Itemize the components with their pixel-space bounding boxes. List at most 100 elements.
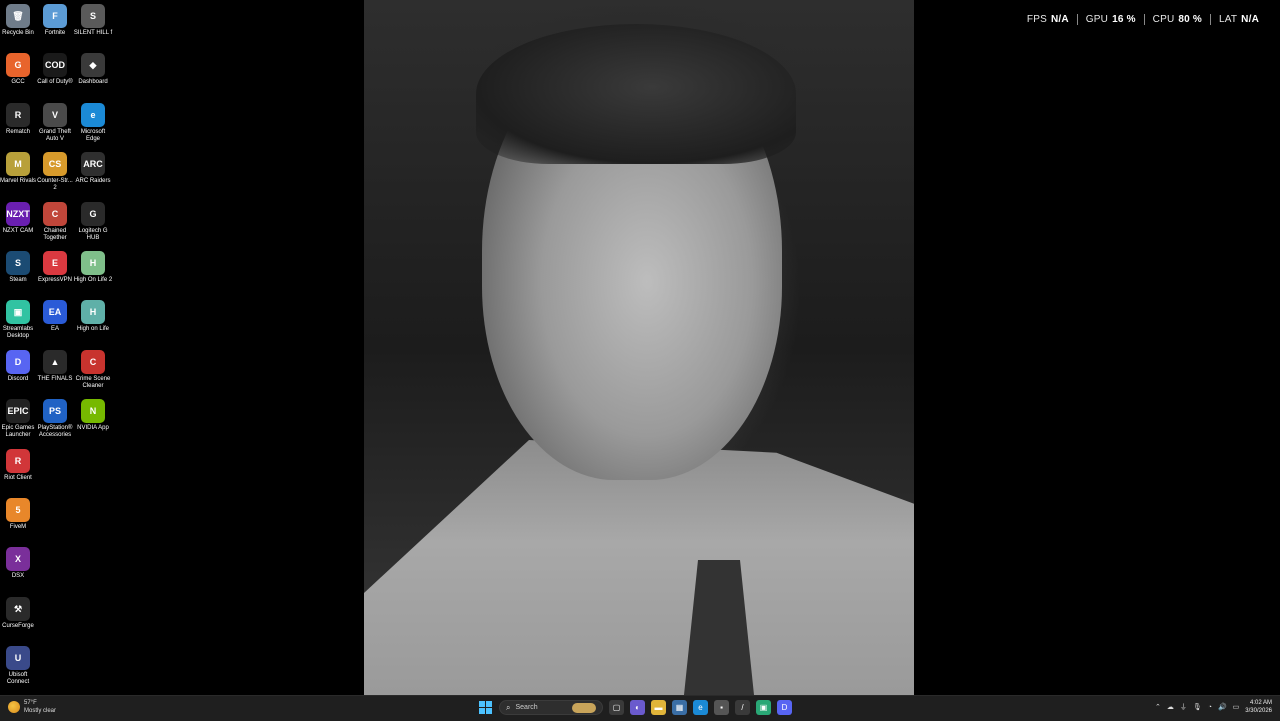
file-explorer-icon[interactable]: ▬ (651, 700, 666, 715)
desktop-icon-label: NZXT CAM (2, 227, 34, 234)
desktop-icon-label: SILENT HILL f (73, 30, 113, 36)
desktop-icon-rematch[interactable]: R Rematch (0, 102, 38, 136)
system-tray: ⌃ ☁ ⏚ 🎙 ◔ 🔊 ▭ 4:02 AM 3/30/2026 (1155, 699, 1272, 715)
desktop-icon-logitech[interactable]: G Logitech G HUB (73, 201, 113, 242)
nzxt-taskbar-icon[interactable]: ▣ (756, 700, 771, 715)
search-icon: ⌕ (506, 702, 511, 712)
task-view-icon[interactable]: ▢ (609, 700, 624, 715)
clock-time: 4:02 AM (1249, 700, 1272, 706)
desktop-icon-label: FiveM (9, 524, 27, 530)
desktop-icon-high-on-life[interactable]: H High on Life (73, 300, 113, 333)
desktop-icon-label: Counter-Str... 2 (37, 178, 73, 192)
taskbar-center: ⌕ Search ▢ ◐ ▬ ▦ e ▪ / ▣ D (478, 700, 792, 715)
dsx-icon: X (6, 547, 30, 572)
cloud-icon[interactable]: ☁ (1167, 703, 1174, 711)
desktop-icon-high-on-life-2[interactable]: H High On Life 2 (73, 251, 113, 284)
microphone-icon[interactable]: 🎙 (1193, 703, 1202, 711)
desktop-icon-label: Riot Client (4, 474, 32, 481)
desktop-icon-expressvpn[interactable]: E ExpressVPN (35, 251, 75, 284)
performance-overlay: FPS N/A GPU 16 % CPU 80 % LAT N/A (1019, 13, 1267, 25)
volume-icon[interactable]: 🔊 (1218, 703, 1227, 711)
start-button[interactable] (478, 700, 493, 715)
desktop-icon-epic-games[interactable]: EPIC Epic Games Launcher (0, 399, 38, 439)
desktop-icon-crime-scene-cleaner[interactable]: C Crime Scene Cleaner (73, 349, 113, 390)
desktop-icon-label: Crime Scene Cleaner (75, 375, 111, 389)
wifi-icon[interactable]: ◔ (1208, 704, 1212, 711)
overlay-stat-label: LAT (1218, 13, 1238, 25)
steam-icon: S (6, 251, 30, 275)
desktop-icon-label: High on Life (76, 326, 110, 333)
desktop-icon-nvidia[interactable]: N NVIDIA App (73, 399, 113, 432)
desktop-icon-playstation[interactable]: PS PlayStation® Accessories (35, 399, 75, 439)
desktop-icon-gta-v[interactable]: V Grand Theft Auto V (35, 102, 75, 143)
usb-icon[interactable]: ⏚ (1180, 702, 1187, 712)
desktop-icon-discord[interactable]: D Discord (0, 349, 38, 383)
overlay-stat-lat: LAT N/A (1209, 13, 1267, 25)
desktop-icon-nzxt-cam[interactable]: NZXT NZXT CAM (0, 201, 38, 235)
copilot-icon[interactable]: ◐ (630, 700, 645, 715)
desktop-icon-streamlabs[interactable]: ▣ Streamlabs Desktop (0, 300, 38, 340)
desktop-icon-label: ExpressVPN (37, 277, 72, 283)
recycle-bin-icon: 🗑 (6, 4, 30, 28)
silent-hill-icon: S (81, 4, 105, 28)
desktop-icon-chained-together[interactable]: C Chained Together (35, 201, 75, 242)
playstation-icon: PS (43, 399, 67, 424)
desktop-icon-steam[interactable]: S Steam (0, 251, 38, 284)
desktop-icon-dsx[interactable]: X DSX (0, 547, 38, 580)
desktop-icon-ea[interactable]: EA EA (35, 300, 75, 333)
desktop-icon-label: PlayStation® Accessories (37, 425, 73, 439)
desktop-icon-silent-hill[interactable]: S SILENT HILL f (73, 4, 113, 37)
app-taskbar-icon[interactable]: ▪ (714, 700, 729, 715)
pen-app-icon[interactable]: / (735, 700, 750, 715)
desktop-icon-dashboard[interactable]: ◆ Dashboard (73, 53, 113, 86)
weather-condition: Mostly clear (24, 708, 57, 714)
desktop-icon-riot-client[interactable]: R Riot Client (0, 448, 38, 482)
desktop-icon-label: EA (50, 326, 59, 333)
desktop-icon-edge[interactable]: e Microsoft Edge (73, 102, 113, 143)
counter-strike-icon: CS (43, 152, 67, 177)
desktop-icon-label: Dashboard (78, 79, 108, 86)
desktop-icon-label: Marvel Rivals (0, 178, 36, 185)
ea-icon: EA (43, 300, 67, 325)
taskbar-search[interactable]: ⌕ Search (499, 700, 603, 715)
overlay-stat-label: CPU (1152, 13, 1175, 25)
nzxt-cam-icon: NZXT (6, 201, 30, 226)
desktop-icon-label: Rematch (5, 128, 30, 135)
crime-scene-cleaner-icon: C (81, 349, 105, 374)
battery-icon[interactable]: ▭ (1233, 703, 1240, 711)
desktop-icon-label: THE FINALS (37, 375, 73, 382)
riot-client-icon: R (6, 448, 30, 473)
desktop-icon-label: Discord (7, 375, 29, 382)
clock-date: 3/30/2026 (1245, 708, 1272, 714)
weather-widget[interactable]: 57°F Mostly clear (8, 699, 56, 715)
clock[interactable]: 4:02 AM 3/30/2026 (1245, 699, 1272, 715)
desktop-icon-counter-strike[interactable]: CS Counter-Str... 2 (35, 152, 75, 192)
streamlabs-icon: ▣ (6, 300, 30, 325)
desktop-icon-fivem[interactable]: 5 FiveM (0, 498, 38, 531)
desktop-icon-arc-raiders[interactable]: ARC ARC Raiders (73, 152, 113, 185)
overlay-stat-label: FPS (1026, 13, 1047, 25)
desktop-icon-the-finals[interactable]: ▲ THE FINALS (35, 349, 75, 383)
desktop-icon-recycle-bin[interactable]: 🗑 Recycle Bin (0, 4, 38, 37)
desktop-icon-fortnite[interactable]: F Fortnite (35, 4, 75, 37)
overlay-stat-value: N/A (1050, 13, 1069, 25)
edge-taskbar-icon[interactable]: e (693, 700, 708, 715)
discord-taskbar-icon[interactable]: D (777, 700, 792, 715)
chevron-up-icon[interactable]: ⌃ (1155, 703, 1161, 711)
chained-together-icon: C (43, 201, 67, 226)
high-on-life-2-icon: H (81, 251, 105, 275)
desktop-icon-curseforge[interactable]: ⚒ CurseForge (0, 596, 38, 630)
overlay-stat-label: GPU (1085, 13, 1109, 25)
desktop-icon-call-of-duty[interactable]: COD Call of Duty® (35, 53, 75, 86)
desktop-icon-label: Ubisoft Connect (6, 672, 30, 686)
desktop-icon-marvel-rivals[interactable]: M Marvel Rivals (0, 152, 38, 185)
the-finals-icon: ▲ (43, 349, 67, 374)
desktop-icon-label: NVIDIA App (77, 425, 109, 432)
curseforge-icon: ⚒ (6, 596, 30, 621)
store-icon[interactable]: ▦ (672, 700, 687, 715)
desktop-icon-gcc[interactable]: G GCC (0, 53, 38, 86)
overlay-stat-gpu: GPU 16 % (1076, 13, 1144, 25)
desktop-icon-label: Streamlabs Desktop (2, 326, 34, 340)
desktop-icon-ubisoft[interactable]: U Ubisoft Connect (0, 646, 38, 686)
overlay-stat-value: 16 % (1112, 13, 1136, 25)
